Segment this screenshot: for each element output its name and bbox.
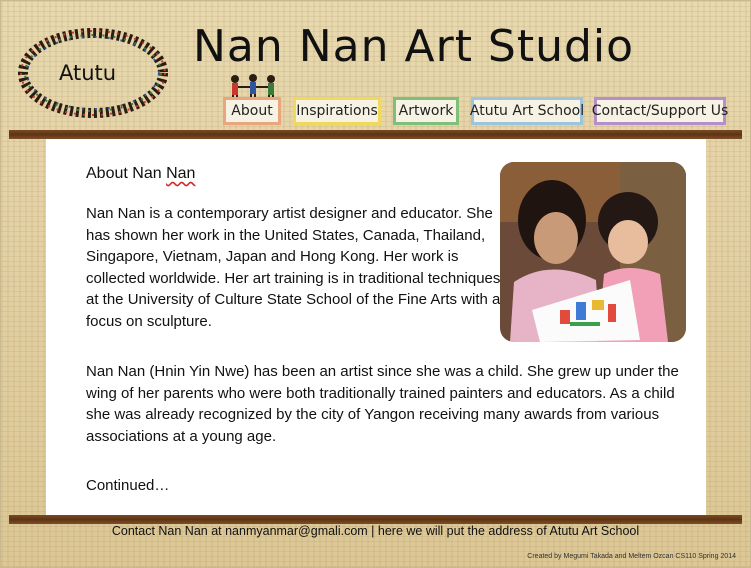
footer-divider	[9, 515, 742, 524]
footer-credit: Created by Megumi Takada and Meltem Ozca…	[527, 553, 736, 560]
page-background: Atutu Nan Nan Art Studio About Inspirati…	[0, 0, 751, 568]
artist-photo-image	[500, 162, 686, 342]
page-heading: About Nan Nan	[86, 165, 195, 183]
nav-about-label: About	[231, 103, 273, 119]
footer-contact: Contact Nan Nan at nanmyanmar@gmali.com …	[111, 524, 640, 538]
nav-contact-support-label: Contact/Support Us	[591, 103, 729, 119]
logo-text: Atutu	[59, 61, 117, 85]
nav-inspirations[interactable]: Inspirations	[293, 97, 381, 125]
header-divider	[9, 130, 742, 139]
continued-link[interactable]: Continued…	[86, 477, 169, 494]
nav-about[interactable]: About	[223, 97, 281, 125]
heading-suffix: Nan	[166, 165, 196, 182]
main-content: About Nan Nan Nan Nan is a contemporary …	[46, 139, 706, 515]
artist-photo	[500, 162, 686, 342]
heading-prefix: About Nan	[86, 165, 167, 182]
site-title: Nan Nan Art Studio	[193, 21, 635, 72]
nav-contact-support[interactable]: Contact/Support Us	[591, 97, 729, 125]
nav-atutu-art-school[interactable]: Atutu Art School	[469, 97, 585, 125]
history-paragraph: Nan Nan (Hnin Yin Nwe) has been an artis…	[86, 363, 679, 445]
nav-atutu-art-school-label: Atutu Art School	[469, 103, 585, 119]
nav-artwork[interactable]: Artwork	[393, 97, 459, 125]
nav-inspirations-label: Inspirations	[296, 103, 378, 119]
nav-artwork-label: Artwork	[398, 103, 454, 119]
intro-paragraph: Nan Nan is a contemporary artist designe…	[86, 205, 501, 330]
atutu-logo[interactable]: Atutu	[15, 19, 177, 127]
